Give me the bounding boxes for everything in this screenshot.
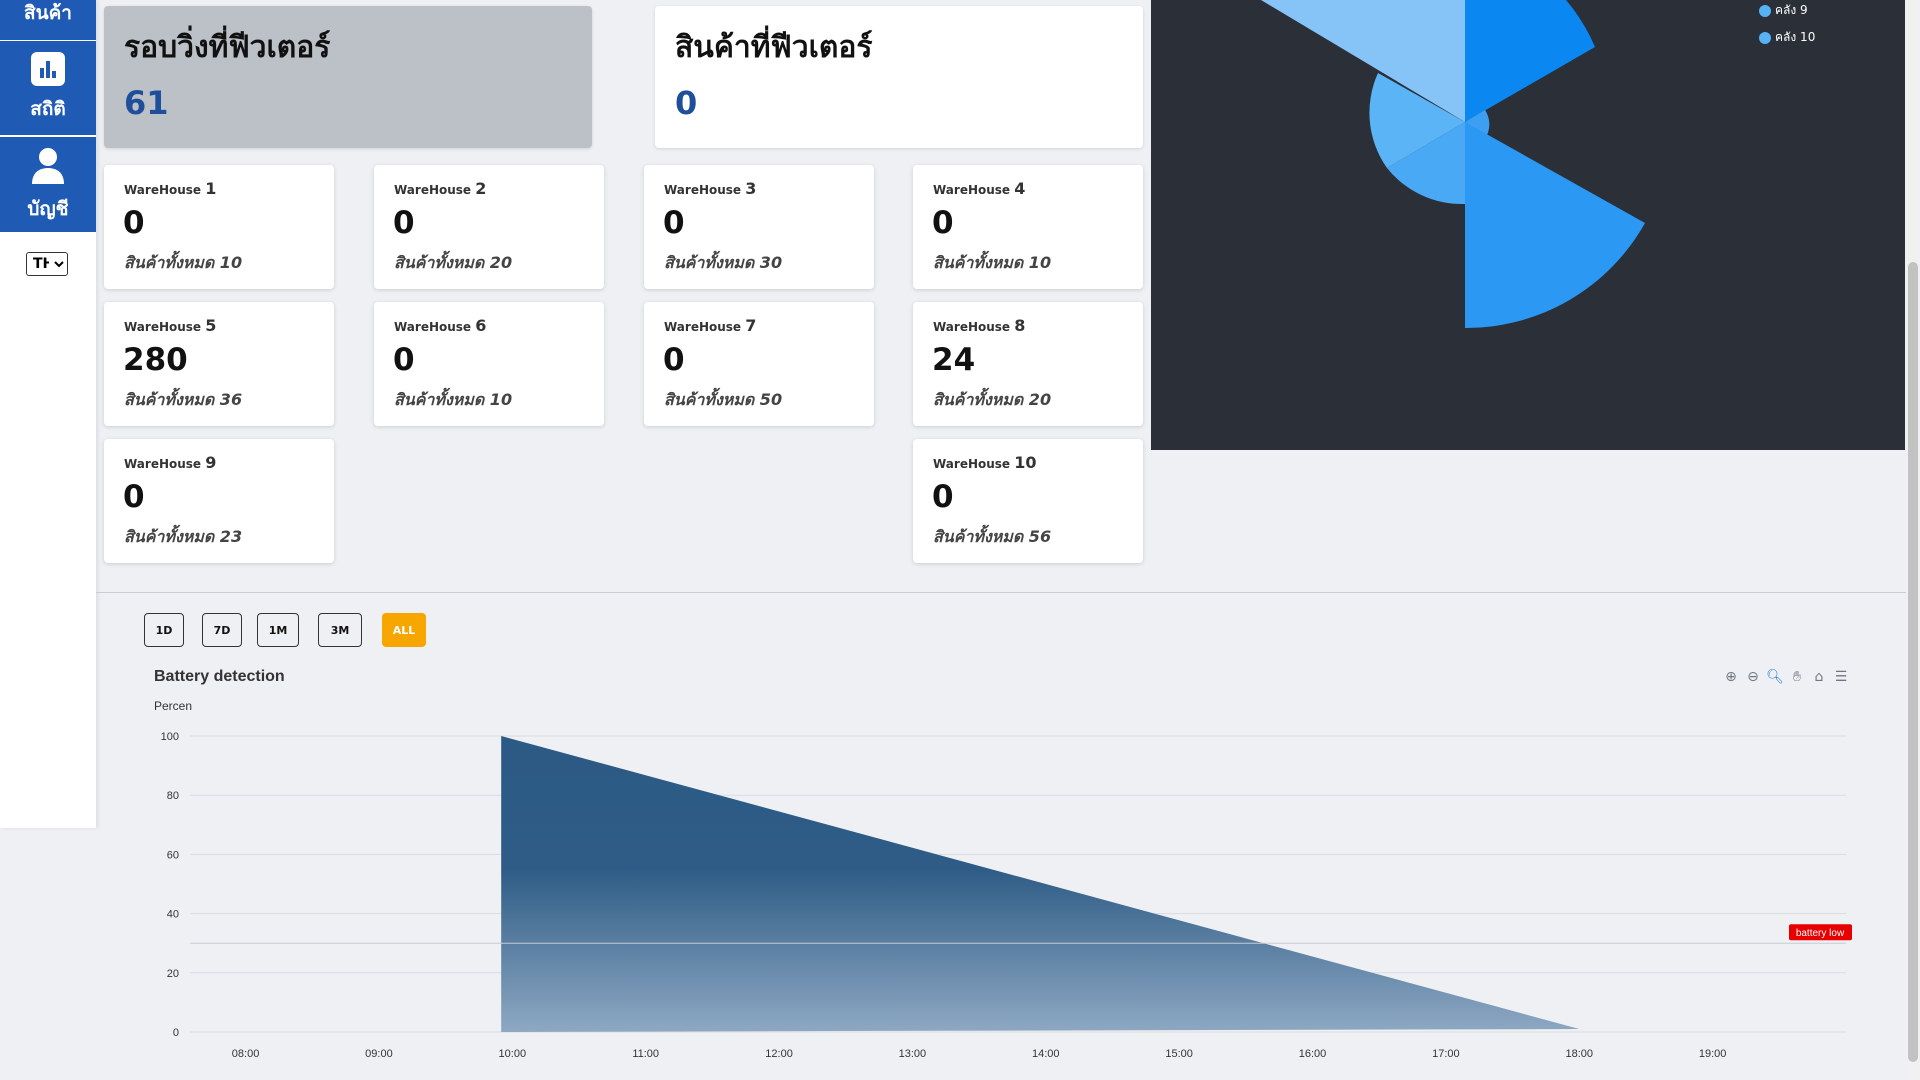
battery-low-label: battery low — [1796, 928, 1845, 939]
battery-area-chart: Percen 0 20 40 60 80 100 08:00 09:00 10:00 11:00 1… — [154, 699, 1852, 1060]
x-tick-label: 18:00 — [1565, 1048, 1593, 1060]
x-tick-label: 09:00 — [365, 1048, 393, 1060]
x-tick-label: 16:00 — [1299, 1048, 1327, 1060]
x-tick-label: 17:00 — [1432, 1048, 1460, 1060]
x-tick-label: 11:00 — [632, 1048, 659, 1060]
y-tick-label: 0 — [173, 1027, 179, 1039]
x-tick-label: 19:00 — [1699, 1048, 1727, 1060]
y-tick-label: 100 — [161, 731, 179, 743]
y-tick-label: 20 — [167, 968, 179, 980]
x-tick-label: 10:00 — [499, 1048, 527, 1060]
battery-area — [501, 736, 1580, 1032]
x-tick-label: 08:00 — [232, 1048, 260, 1060]
scrollbar-thumb[interactable] — [1908, 262, 1918, 1062]
y-tick-label: 80 — [167, 790, 179, 802]
page-scrollbar[interactable] — [1906, 0, 1920, 1080]
x-tick-label: 13:00 — [899, 1048, 927, 1060]
x-tick-label: 12:00 — [765, 1048, 793, 1060]
y-tick-label: 40 — [167, 909, 179, 921]
x-tick-label: 15:00 — [1165, 1048, 1193, 1060]
y-axis-label: Percen — [154, 699, 192, 713]
y-tick-label: 60 — [167, 849, 179, 861]
x-tick-label: 14:00 — [1032, 1048, 1060, 1060]
